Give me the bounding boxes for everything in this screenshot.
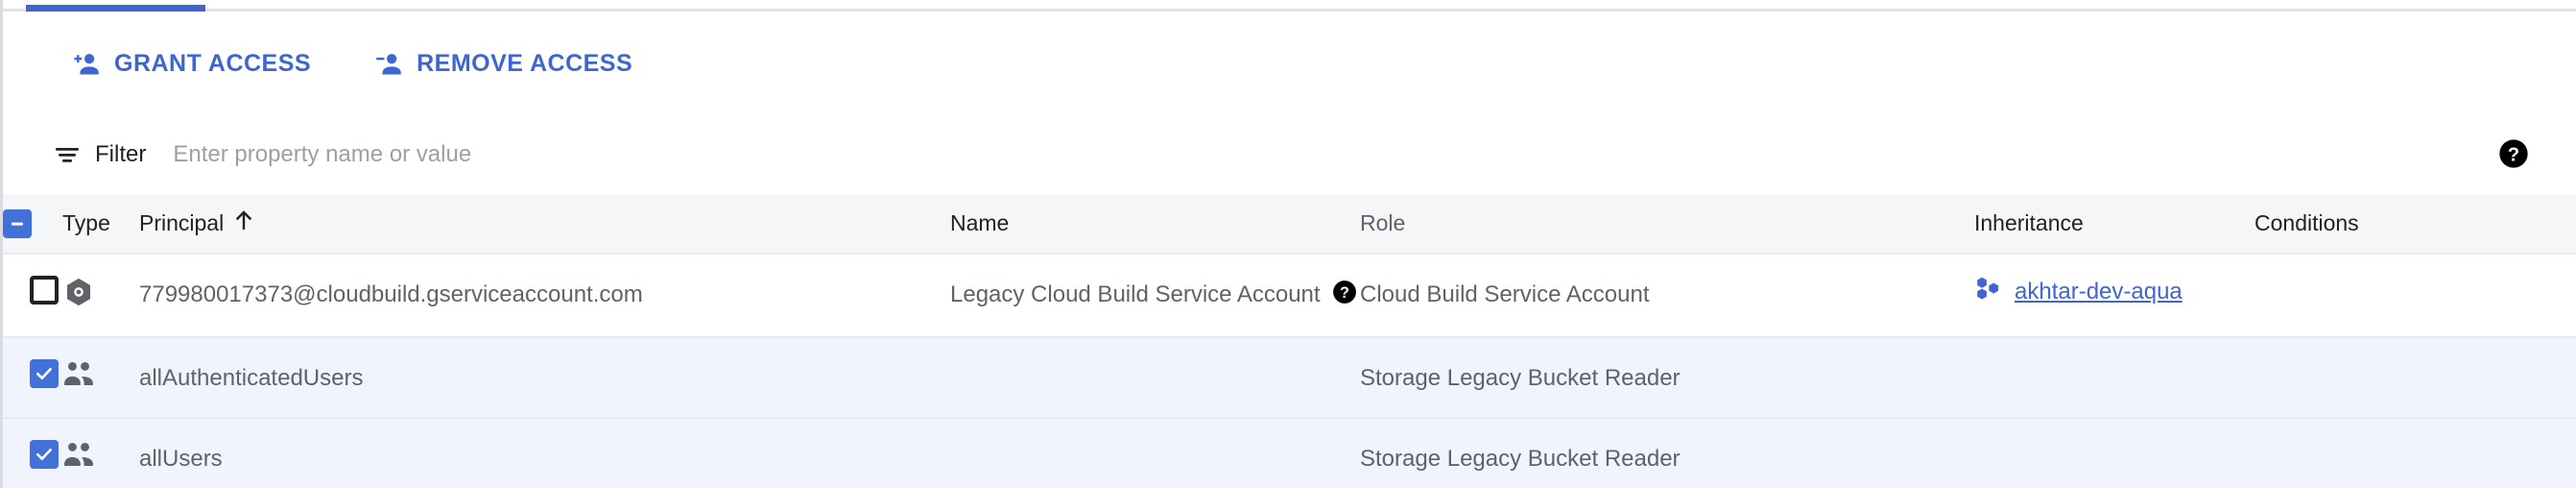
row-checkbox[interactable] (30, 359, 59, 388)
grant-access-button[interactable]: GRANT ACCESS (66, 40, 317, 87)
role-text: Cloud Build Service Account (1360, 281, 1650, 307)
filter-label: Filter (95, 141, 147, 167)
help-icon[interactable]: ? (1332, 279, 1357, 317)
header-type-cell[interactable]: Type (62, 210, 139, 236)
active-tab-indicator (26, 5, 205, 12)
column-header-role: Role (1360, 210, 1406, 235)
row-principal-cell: allUsers (139, 419, 950, 488)
remove-access-label: REMOVE ACCESS (417, 49, 633, 77)
row-role-cell: Storage Legacy Bucket Reader (1360, 338, 1974, 417)
header-role-cell[interactable]: Role (1360, 210, 1974, 236)
header-inheritance-cell[interactable]: Inheritance (1974, 210, 2254, 236)
help-icon: ? (2498, 138, 2529, 172)
principal-text: allUsers (139, 446, 223, 472)
name-text: Legacy Cloud Build Service Account (950, 281, 1321, 307)
row-type-cell (62, 338, 139, 412)
row-inheritance-cell (1974, 338, 2254, 378)
row-name-cell (950, 419, 1360, 459)
iam-permissions-panel: GRANT ACCESS REMOVE ACCESS Filter Enter … (0, 0, 2576, 488)
service-account-hex-icon (62, 276, 95, 313)
filter-bar: Filter ? (3, 115, 2576, 194)
group-icon (62, 359, 95, 393)
select-all-checkbox[interactable] (3, 208, 32, 238)
project-icon (1974, 276, 2003, 307)
filter-input[interactable] (173, 141, 2576, 168)
row-name-cell: Legacy Cloud Build Service Account? (950, 255, 1360, 336)
svg-text:?: ? (2508, 144, 2519, 165)
row-name-cell (950, 338, 1360, 378)
row-principal-cell: 779980017373@cloudbuild.gserviceaccount.… (139, 255, 950, 333)
role-text: Storage Legacy Bucket Reader (1360, 446, 1681, 472)
table-row[interactable]: allAuthenticatedUsers Storage Legacy Buc… (3, 338, 2576, 419)
row-inheritance-cell: akhtar-dev-aqua (1974, 255, 2254, 327)
tab-strip (3, 0, 2576, 12)
table-row[interactable]: allUsers Storage Legacy Bucket Reader (3, 419, 2576, 488)
person-add-icon (72, 51, 101, 76)
principal-text: 779980017373@cloudbuild.gserviceaccount.… (139, 281, 643, 307)
table-row[interactable]: 779980017373@cloudbuild.gserviceaccount.… (3, 255, 2576, 338)
remove-access-button[interactable]: REMOVE ACCESS (369, 40, 638, 87)
row-select-cell (3, 338, 62, 407)
grant-access-label: GRANT ACCESS (114, 49, 312, 77)
select-all-cell (3, 208, 62, 238)
row-conditions-cell (2254, 419, 2576, 459)
person-remove-icon (374, 51, 403, 76)
role-text: Storage Legacy Bucket Reader (1360, 365, 1681, 391)
group-icon (62, 440, 95, 474)
sort-ascending-arrow-icon (233, 209, 254, 237)
header-conditions-cell[interactable]: Conditions (2254, 210, 2576, 236)
row-conditions-cell (2254, 255, 2576, 295)
inheritance-label: akhtar-dev-aqua (2015, 278, 2182, 305)
row-principal-cell: allAuthenticatedUsers (139, 338, 950, 417)
header-name-cell[interactable]: Name (950, 210, 1360, 236)
row-role-cell: Cloud Build Service Account (1360, 255, 1974, 333)
column-header-principal: Principal (139, 210, 225, 235)
action-toolbar: GRANT ACCESS REMOVE ACCESS (3, 12, 2576, 115)
column-header-type: Type (62, 210, 110, 235)
row-checkbox[interactable] (30, 440, 59, 469)
header-principal-cell[interactable]: Principal (139, 209, 950, 237)
row-select-cell (3, 419, 62, 488)
row-checkbox[interactable] (30, 276, 59, 305)
filter-list-icon[interactable] (55, 144, 80, 165)
column-header-inheritance: Inheritance (1974, 210, 2084, 235)
iam-members-table: Type Principal Name Role Inheritance Con… (3, 194, 2576, 488)
row-role-cell: Storage Legacy Bucket Reader (1360, 419, 1974, 488)
row-type-cell (62, 419, 139, 488)
principal-text: allAuthenticatedUsers (139, 365, 364, 391)
column-header-conditions: Conditions (2254, 210, 2359, 235)
inheritance-link[interactable]: akhtar-dev-aqua (1974, 276, 2182, 307)
row-select-cell (3, 255, 62, 324)
svg-text:?: ? (1340, 284, 1349, 302)
row-inheritance-cell (1974, 419, 2254, 459)
help-button[interactable]: ? (2497, 138, 2530, 171)
table-header-row: Type Principal Name Role Inheritance Con… (3, 194, 2576, 255)
column-header-name: Name (950, 210, 1010, 235)
row-conditions-cell (2254, 338, 2576, 378)
row-type-cell (62, 255, 139, 332)
